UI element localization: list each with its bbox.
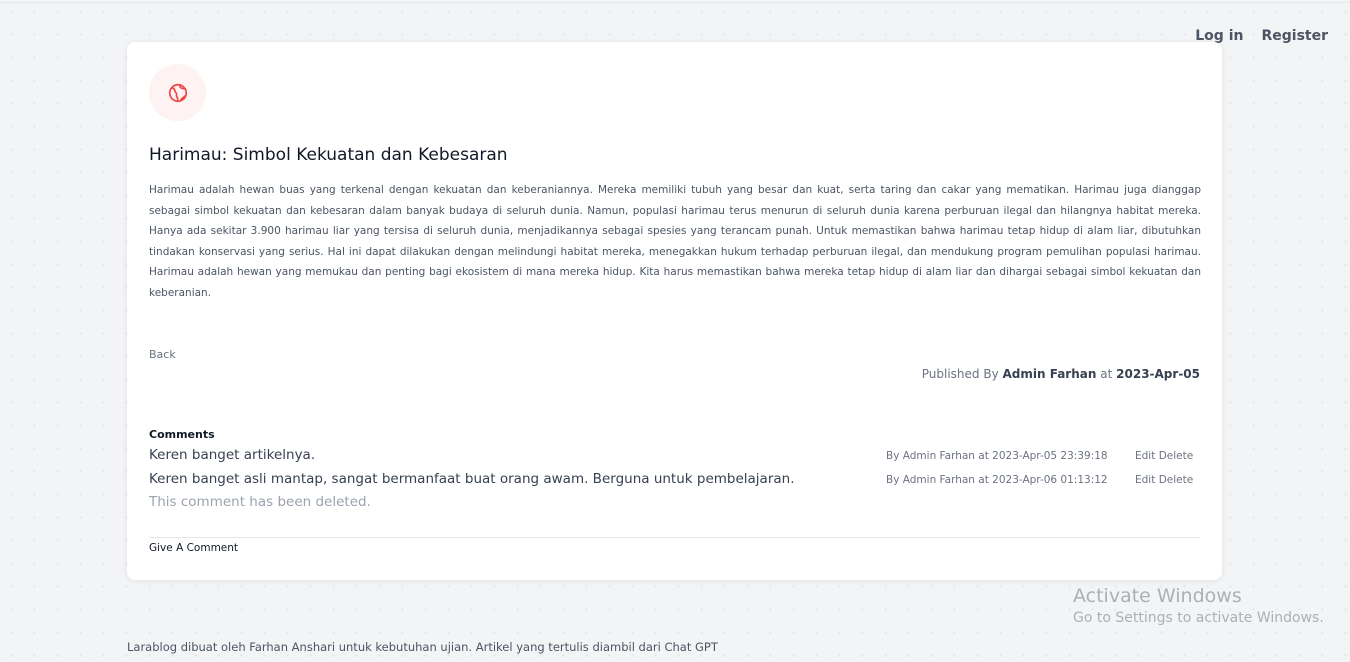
published-info: Published By Admin Farhan at 2023-Apr-05 — [922, 367, 1200, 381]
comment-actions: Edit Delete — [1135, 450, 1193, 462]
published-at: at — [1100, 367, 1113, 381]
comment-actions: Edit Delete — [1135, 474, 1193, 486]
back-link[interactable]: Back — [149, 348, 176, 361]
article-card: Harimau: Simbol Kekuatan dan Kebesaran H… — [127, 42, 1222, 580]
watermark-subtitle: Go to Settings to activate Windows. — [1073, 610, 1324, 626]
activate-windows-watermark: Activate Windows Go to Settings to activ… — [1073, 584, 1324, 628]
comment-text: Keren banget asli mantap, sangat bermanf… — [149, 471, 795, 487]
comment-text: Keren banget artikelnya. — [149, 447, 316, 463]
comment-item: Keren banget asli mantap, sangat bermanf… — [149, 471, 1200, 493]
article-title: Harimau: Simbol Kekuatan dan Kebesaran — [149, 145, 508, 165]
comment-meta: By Admin Farhan at 2023-Apr-05 23:39:18 — [886, 450, 1108, 462]
article-icon-badge — [149, 64, 206, 121]
watermark-title: Activate Windows — [1073, 585, 1242, 607]
comments-heading: Comments — [149, 428, 215, 441]
edit-comment-button[interactable]: Edit — [1135, 450, 1155, 462]
delete-comment-button[interactable]: Delete — [1159, 474, 1194, 486]
published-prefix: Published By — [921, 367, 999, 381]
divider — [149, 537, 1200, 538]
comment-item: Keren banget artikelnya. By Admin Farhan… — [149, 447, 1200, 469]
footer-text: Larablog dibuat oleh Farhan Anshari untu… — [127, 640, 718, 654]
published-author: Admin Farhan — [1002, 367, 1097, 381]
top-border — [0, 2, 1350, 3]
comment-meta: By Admin Farhan at 2023-Apr-06 01:13:12 — [886, 474, 1108, 486]
edit-comment-button[interactable]: Edit — [1135, 474, 1155, 486]
published-date: 2023-Apr-05 — [1116, 367, 1200, 381]
article-body: Harimau adalah hewan buas yang terkenal … — [149, 184, 1201, 299]
register-link[interactable]: Register — [1261, 28, 1328, 44]
deleted-comment: This comment has been deleted. — [149, 494, 371, 510]
globe-icon — [168, 83, 187, 102]
give-comment-link[interactable]: Give A Comment — [149, 542, 238, 554]
delete-comment-button[interactable]: Delete — [1159, 450, 1194, 462]
